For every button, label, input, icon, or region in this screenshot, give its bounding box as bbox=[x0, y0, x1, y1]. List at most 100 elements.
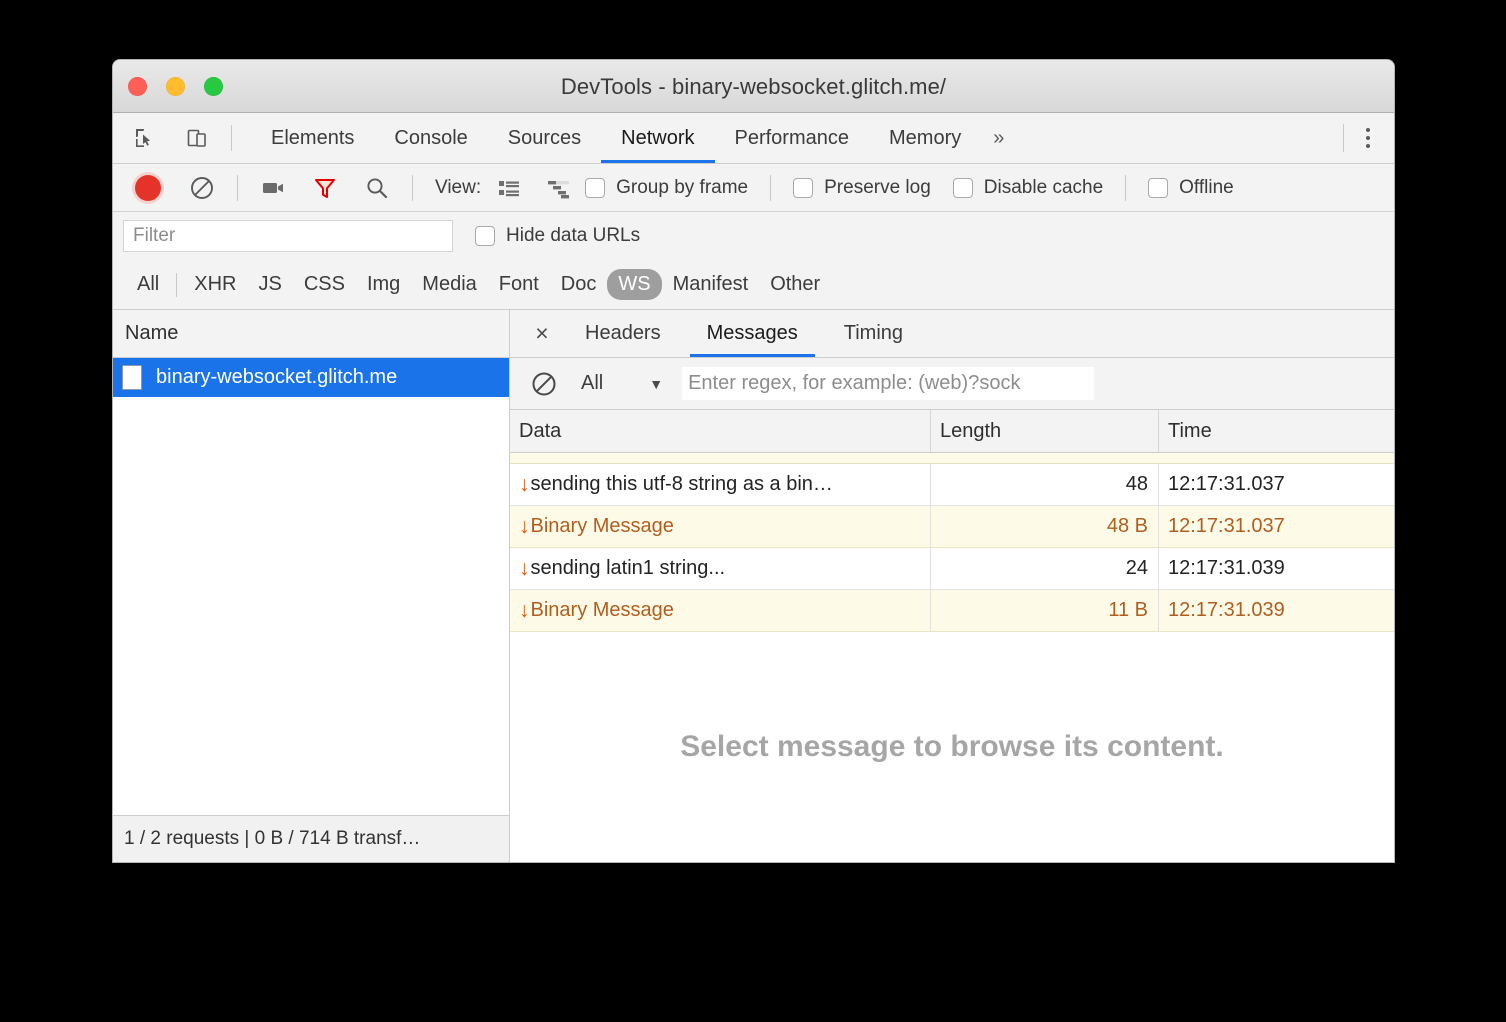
tabbar-right-controls bbox=[1343, 113, 1394, 163]
request-name: binary-websocket.glitch.me bbox=[156, 366, 397, 389]
type-filter-xhr[interactable]: XHR bbox=[183, 269, 247, 300]
column-header-length[interactable]: Length bbox=[931, 410, 1159, 452]
type-filter-divider bbox=[176, 273, 177, 297]
message-data-cell: ↓ sending this utf-8 string as a bin… bbox=[510, 464, 931, 505]
filter-input[interactable] bbox=[123, 220, 453, 252]
message-text: sending latin1 string... bbox=[531, 557, 726, 580]
table-row[interactable]: ↓ sending this utf-8 string as a bin… 48… bbox=[510, 464, 1394, 506]
tab-elements[interactable]: Elements bbox=[251, 113, 374, 163]
clear-icon[interactable] bbox=[189, 175, 215, 201]
message-data-cell: ↓ sending latin1 string... bbox=[510, 548, 931, 589]
message-text: Binary Message bbox=[531, 599, 674, 622]
checkbox-disable-cache[interactable]: Disable cache bbox=[953, 177, 1103, 199]
messages-table-body: ↓ sending this utf-8 string as a bin… 48… bbox=[510, 464, 1394, 632]
screenshot-camera-icon[interactable] bbox=[260, 175, 286, 201]
type-filter-media[interactable]: Media bbox=[411, 269, 487, 300]
type-filter-js[interactable]: JS bbox=[247, 269, 292, 300]
tab-memory[interactable]: Memory bbox=[869, 113, 981, 163]
more-tabs-chevron-icon[interactable]: » bbox=[981, 127, 1016, 150]
checkbox-preserve-log[interactable]: Preserve log bbox=[793, 177, 931, 199]
type-filter-css[interactable]: CSS bbox=[293, 269, 356, 300]
message-text: Binary Message bbox=[531, 515, 674, 538]
list-view-icon[interactable] bbox=[497, 176, 521, 200]
close-icon[interactable]: × bbox=[528, 322, 556, 345]
requests-panel: Name binary-websocket.glitch.me 1 / 2 re… bbox=[113, 310, 510, 862]
message-time-cell: 12:17:31.037 bbox=[1159, 506, 1394, 547]
clear-messages-icon[interactable] bbox=[530, 370, 558, 398]
network-toolbar: View: Group by frame bbox=[113, 164, 1394, 212]
record-button[interactable] bbox=[135, 175, 161, 201]
preserve-log-checkbox[interactable] bbox=[793, 178, 813, 198]
scrolled-partial-row bbox=[510, 453, 1394, 464]
message-time-cell: 12:17:31.037 bbox=[1159, 464, 1394, 505]
incoming-arrow-icon: ↓ bbox=[519, 558, 530, 579]
filter-funnel-icon[interactable] bbox=[312, 175, 338, 201]
window-title: DevTools - binary-websocket.glitch.me/ bbox=[113, 60, 1394, 113]
column-header-time[interactable]: Time bbox=[1159, 410, 1394, 452]
inspect-element-icon[interactable] bbox=[130, 123, 160, 153]
detail-tabbar: × Headers Messages Timing bbox=[510, 310, 1394, 358]
waterfall-view-icon[interactable] bbox=[547, 176, 571, 200]
group-by-frame-checkbox[interactable] bbox=[585, 178, 605, 198]
request-row-binary-websocket[interactable]: binary-websocket.glitch.me bbox=[113, 358, 509, 397]
tab-performance[interactable]: Performance bbox=[715, 113, 870, 163]
message-length-cell: 11 B bbox=[931, 590, 1159, 631]
incoming-arrow-icon: ↓ bbox=[519, 516, 530, 537]
toolbar-divider-4 bbox=[1125, 175, 1126, 201]
checkbox-hide-data-urls[interactable]: Hide data URLs bbox=[475, 225, 640, 247]
type-filter-img[interactable]: Img bbox=[356, 269, 411, 300]
requests-column-header: Name bbox=[113, 310, 509, 358]
message-length-cell: 48 B bbox=[931, 506, 1159, 547]
checkbox-group-by-frame[interactable]: Group by frame bbox=[585, 177, 748, 199]
table-row[interactable]: ↓ Binary Message 48 B 12:17:31.037 bbox=[510, 506, 1394, 548]
detail-panel: × Headers Messages Timing All ▼ Data Le bbox=[510, 310, 1394, 862]
document-icon bbox=[122, 365, 142, 390]
checkbox-offline[interactable]: Offline bbox=[1148, 177, 1234, 199]
tab-console[interactable]: Console bbox=[374, 113, 487, 163]
type-filter-ws[interactable]: WS bbox=[607, 269, 661, 300]
type-filter-font[interactable]: Font bbox=[488, 269, 550, 300]
incoming-arrow-icon: ↓ bbox=[519, 600, 530, 621]
disable-cache-label: Disable cache bbox=[984, 177, 1103, 199]
regex-filter-input[interactable] bbox=[682, 367, 1094, 400]
network-status-bar: 1 / 2 requests | 0 B / 714 B transf… bbox=[113, 815, 509, 862]
message-time-cell: 12:17:31.039 bbox=[1159, 590, 1394, 631]
filter-bar: Hide data URLs bbox=[113, 212, 1394, 260]
disable-cache-checkbox[interactable] bbox=[953, 178, 973, 198]
type-filter-other[interactable]: Other bbox=[759, 269, 831, 300]
type-filter-manifest[interactable]: Manifest bbox=[662, 269, 760, 300]
tab-timing[interactable]: Timing bbox=[827, 310, 920, 357]
preserve-log-label: Preserve log bbox=[824, 177, 931, 199]
type-filter-all[interactable]: All bbox=[126, 269, 170, 300]
message-data-cell: ↓ Binary Message bbox=[510, 506, 931, 547]
table-row[interactable]: ↓ sending latin1 string... 24 12:17:31.0… bbox=[510, 548, 1394, 590]
group-by-frame-label: Group by frame bbox=[616, 177, 748, 199]
chevron-down-icon[interactable]: ▼ bbox=[649, 376, 663, 392]
offline-checkbox[interactable] bbox=[1148, 178, 1168, 198]
hide-data-urls-checkbox[interactable] bbox=[475, 226, 495, 246]
tab-sources[interactable]: Sources bbox=[488, 113, 601, 163]
network-body: Name binary-websocket.glitch.me 1 / 2 re… bbox=[113, 310, 1394, 862]
empty-state-text: Select message to browse its content. bbox=[680, 730, 1224, 764]
empty-state: Select message to browse its content. bbox=[510, 632, 1394, 862]
resource-type-filters: All XHR JS CSS Img Media Font Doc WS Man… bbox=[113, 260, 1394, 310]
devtools-window: DevTools - binary-websocket.glitch.me/ E… bbox=[113, 60, 1394, 862]
column-header-data[interactable]: Data bbox=[510, 410, 931, 452]
tab-network[interactable]: Network bbox=[601, 113, 714, 163]
toolbar-divider-3 bbox=[770, 175, 771, 201]
message-length-cell: 48 bbox=[931, 464, 1159, 505]
hide-data-urls-label: Hide data URLs bbox=[506, 225, 640, 247]
toolbar-divider-2 bbox=[412, 175, 413, 201]
tabbar-divider bbox=[231, 125, 232, 151]
type-filter-doc[interactable]: Doc bbox=[550, 269, 608, 300]
message-time-cell: 12:17:31.039 bbox=[1159, 548, 1394, 589]
tab-headers[interactable]: Headers bbox=[568, 310, 678, 357]
vertical-dots-icon[interactable] bbox=[1360, 122, 1376, 154]
device-toolbar-icon[interactable] bbox=[182, 123, 212, 153]
message-type-select[interactable]: All bbox=[581, 372, 603, 395]
tab-messages[interactable]: Messages bbox=[690, 310, 815, 357]
tabbar-right-divider bbox=[1343, 124, 1344, 152]
search-icon[interactable] bbox=[364, 175, 390, 201]
messages-table-header: Data Length Time bbox=[510, 410, 1394, 453]
table-row[interactable]: ↓ Binary Message 11 B 12:17:31.039 bbox=[510, 590, 1394, 632]
